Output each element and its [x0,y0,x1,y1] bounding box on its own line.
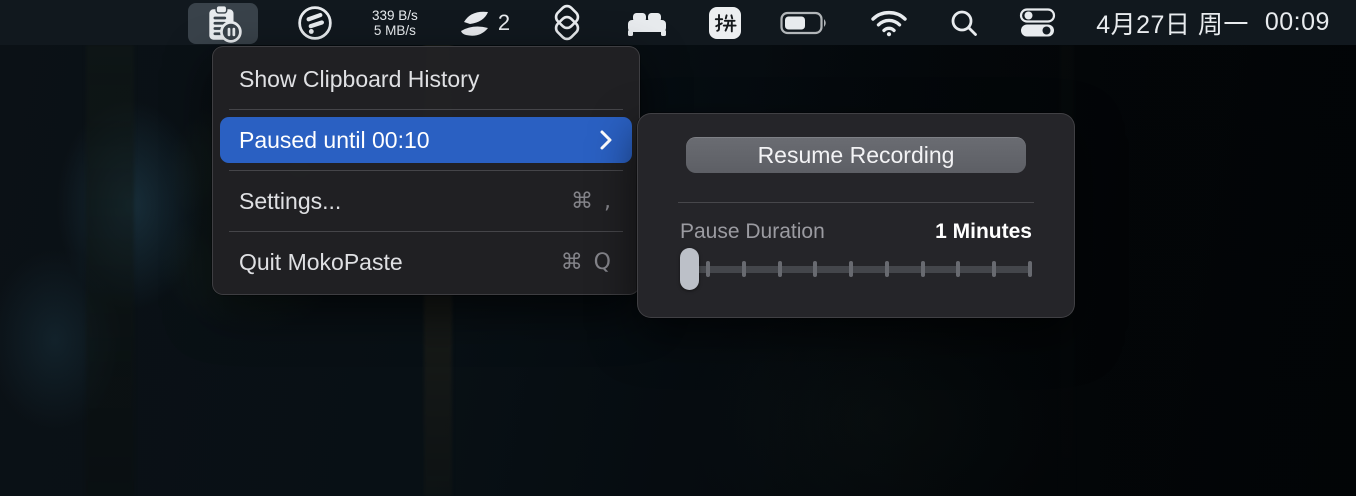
clock-date: 4月27日 周一 [1096,5,1249,41]
submenu-separator [678,202,1034,203]
pinyin-input-icon [709,7,741,39]
clipboard-pause-icon [203,4,243,44]
slider-tick [956,261,960,277]
menu-item-label: Paused until 00:10 [239,127,430,154]
menu-item-label: Quit MokoPaste [239,249,403,276]
search-icon [948,7,980,39]
menu-separator [229,231,623,232]
input-method-menubar-icon[interactable] [709,0,741,45]
slider-tick [885,261,889,277]
clipboard-paused-menubar-icon[interactable] [188,3,258,44]
pause-duration-value: 1 Minutes [935,220,1032,244]
menu-item-paused-until[interactable]: Paused until 00:10 [220,117,632,163]
menu-item-shortcut: ⌘ , [571,189,613,214]
menu-item-label: Show Clipboard History [239,66,479,93]
leaf-badge-count: 2 [498,10,510,36]
bed-icon [624,5,670,41]
app-logo-menubar-icon[interactable] [297,0,333,45]
mokopaste-menu: Show Clipboard History Paused until 00:1… [212,46,640,295]
slider-tick [742,261,746,277]
slider-tick [849,261,853,277]
pause-duration-slider[interactable] [680,247,1032,291]
slider-tick [1028,261,1032,277]
slider-tick [813,261,817,277]
leaf-badge-menubar-icon[interactable]: 2 [457,0,510,45]
slider-thumb[interactable] [680,248,699,290]
menu-item-show-clipboard-history[interactable]: Show Clipboard History [220,56,632,102]
wifi-icon [869,8,909,38]
clock-time: 00:09 [1265,8,1330,37]
layers-icon [549,4,585,42]
battery-menubar-icon[interactable] [780,0,830,45]
leaf-icon [457,7,493,39]
menu-separator [229,170,623,171]
pause-duration-label: Pause Duration [680,220,825,244]
menu-item-shortcut: ⌘ Q [561,250,613,275]
resume-recording-button[interactable]: Resume Recording [686,137,1026,173]
menu-item-settings[interactable]: Settings... ⌘ , [220,178,632,224]
slider-ticks [706,261,1032,277]
slider-tick [778,261,782,277]
spotlight-menubar-icon[interactable] [948,0,980,45]
slider-tick [992,261,996,277]
layers-menubar-icon[interactable] [549,0,585,45]
menu-item-quit-mokopaste[interactable]: Quit MokoPaste ⌘ Q [220,239,632,285]
battery-icon [780,11,830,35]
network-speed-up: 339 B/s [372,8,418,23]
slider-tick [706,261,710,277]
control-center-icon [1019,7,1057,39]
menu-bar: 339 B/s 5 MB/s 2 [0,0,1356,45]
circle-logo-icon [297,5,333,41]
wifi-menubar-icon[interactable] [869,0,909,45]
network-speed-indicator[interactable]: 339 B/s 5 MB/s [372,0,418,45]
menubar-clock[interactable]: 4月27日 周一 00:09 [1096,0,1330,45]
tree-trunk [86,45,134,496]
slider-tick [921,261,925,277]
chevron-right-icon [599,129,613,151]
network-speed-down: 5 MB/s [372,23,418,38]
control-center-menubar-icon[interactable] [1019,0,1057,45]
menu-separator [229,109,623,110]
menu-item-label: Settings... [239,188,341,215]
pause-submenu: Resume Recording Pause Duration 1 Minute… [637,113,1075,318]
bed-menubar-icon[interactable] [624,0,670,45]
